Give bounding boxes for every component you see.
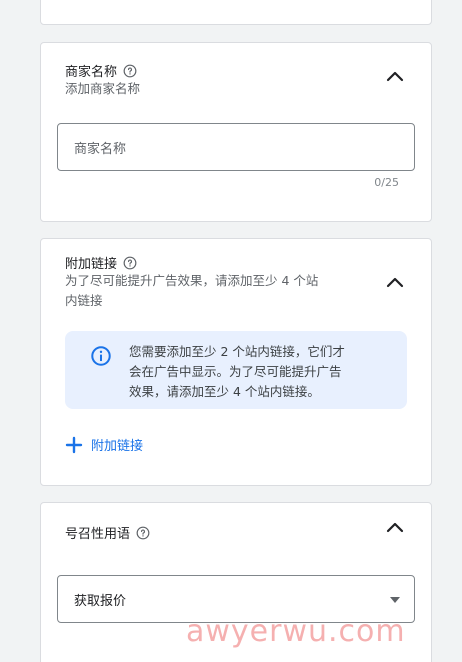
merchant-name-card: 商家名称 添加商家名称 商家名称 0/25 <box>40 42 432 222</box>
info-line: 会在广告中显示。为了尽可能提升广告 <box>129 364 342 379</box>
merchant-name-subtitle: 添加商家名称 <box>65 81 141 96</box>
chevron-up-icon[interactable] <box>385 275 405 289</box>
watermark: awyerwu.com <box>186 614 406 649</box>
call-to-action-header: 号召性用语 <box>65 523 150 542</box>
sitelinks-title: 附加链接 <box>65 257 118 272</box>
help-icon[interactable] <box>123 256 137 270</box>
info-notice-text: 您需要添加至少 2 个站内链接，它们才 会在广告中显示。为了尽可能提升广告 效果… <box>129 342 391 402</box>
sitelinks-subtitle: 为了尽可能提升广告效果，请添加至少 4 个站 内链接 <box>65 271 318 311</box>
sitelinks-subtitle-line: 内链接 <box>65 293 103 308</box>
sitelinks-header: 附加链接 <box>65 253 137 272</box>
info-notice: 您需要添加至少 2 个站内链接，它们才 会在广告中显示。为了尽可能提升广告 效果… <box>65 331 407 409</box>
merchant-name-placeholder: 商家名称 <box>74 141 127 157</box>
info-line: 您需要添加至少 2 个站内链接，它们才 <box>129 344 345 359</box>
sitelinks-card: 附加链接 为了尽可能提升广告效果，请添加至少 4 个站 内链接 您需要添加至少 … <box>40 238 432 486</box>
call-to-action-selected: 获取报价 <box>74 593 127 609</box>
merchant-name-header: 商家名称 <box>65 61 137 80</box>
info-icon <box>91 346 111 366</box>
character-counter: 0/25 <box>374 176 399 189</box>
add-sitelink-button[interactable]: 附加链接 <box>65 435 143 454</box>
add-sitelink-label: 附加链接 <box>91 439 144 454</box>
previous-section-card <box>40 0 432 25</box>
merchant-name-input[interactable]: 商家名称 <box>57 123 415 171</box>
call-to-action-title: 号召性用语 <box>65 527 131 542</box>
chevron-up-icon[interactable] <box>385 520 405 534</box>
dropdown-arrow-icon <box>390 597 400 603</box>
merchant-name-title: 商家名称 <box>65 65 118 80</box>
sitelinks-subtitle-line: 为了尽可能提升广告效果，请添加至少 4 个站 <box>65 273 319 288</box>
plus-icon <box>65 436 83 453</box>
help-icon[interactable] <box>136 526 150 540</box>
help-icon[interactable] <box>123 64 137 78</box>
info-line: 效果，请添加至少 4 个站内链接。 <box>129 384 320 399</box>
chevron-up-icon[interactable] <box>385 69 405 83</box>
